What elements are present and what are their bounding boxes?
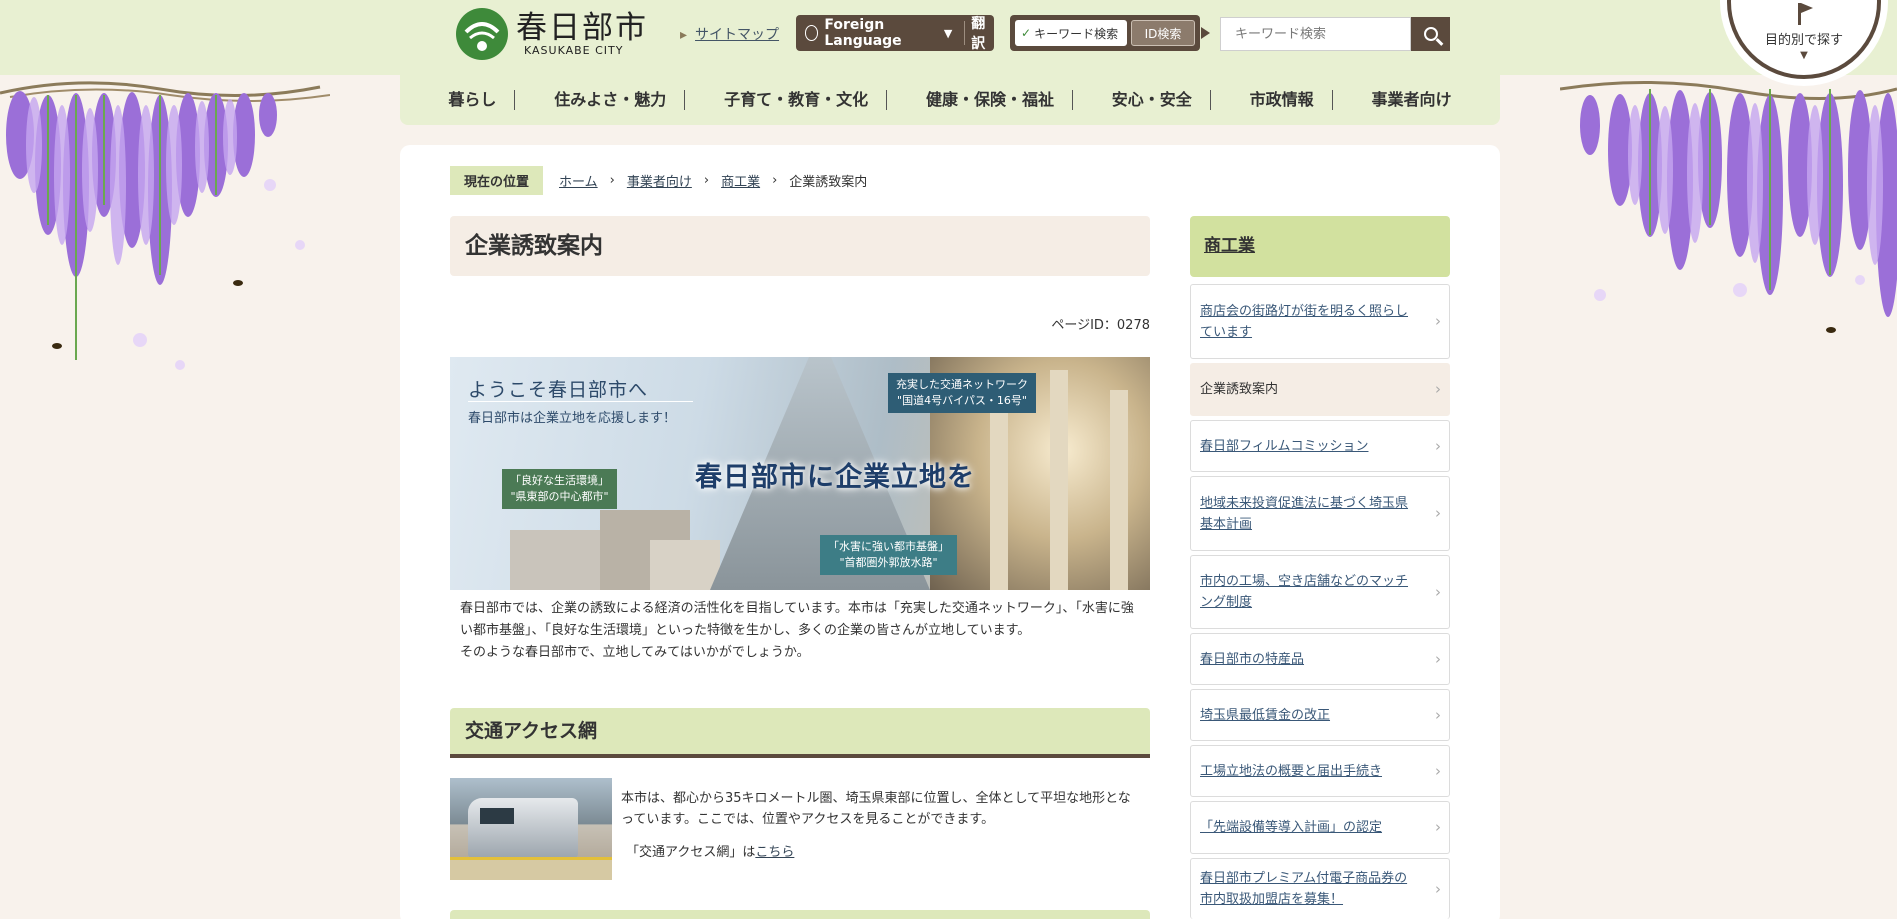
globe-icon xyxy=(805,25,819,41)
sidebar-item-label: 工場立地法の概要と届出手続き xyxy=(1200,763,1383,779)
sidebar-item-label: 埼玉県最低賃金の改正 xyxy=(1200,707,1331,723)
foreign-language-button[interactable]: Foreign Language ▼ 翻訳 xyxy=(796,13,994,53)
divider xyxy=(964,21,966,45)
logo-name: 春日部市 xyxy=(516,9,648,46)
train-photo xyxy=(450,778,612,880)
search-icon xyxy=(1423,27,1438,41)
global-nav: 暮らし 住みよさ・魅力 子育て・教育・文化 健康・保険・福祉 安心・安全 市政情… xyxy=(400,75,1500,125)
sidebar-item-label: 市内の工場、空き店舗などのマッチング制度 xyxy=(1200,574,1409,610)
sidebar-item[interactable]: 工場立地法の概要と届出手続き xyxy=(1190,745,1450,797)
sidebar-item[interactable]: 地域未来投資促進法に基づく埼玉県基本計画 xyxy=(1190,476,1450,551)
caret-down-icon: ▼ xyxy=(943,26,953,40)
banner-tag-disaster: 「水害に強い都市基盤」 "首都圏外郭放水路" xyxy=(820,535,957,575)
search-button[interactable] xyxy=(1411,17,1450,51)
breadcrumb-home[interactable]: ホーム xyxy=(559,171,598,190)
section-heading-access: 交通アクセス網 xyxy=(450,708,1150,758)
search-mode-toggle: キーワード検索 ID検索 xyxy=(1010,15,1210,51)
banner-pillar xyxy=(1110,390,1128,590)
nav-item-business[interactable]: 事業者向け xyxy=(1353,90,1469,110)
next-section-heading xyxy=(450,910,1150,919)
chevron-right-icon: › xyxy=(609,173,615,188)
site-logo[interactable]: 春日部市 KASUKABE CITY xyxy=(456,8,648,60)
train-shape xyxy=(468,798,578,858)
train-window xyxy=(480,808,514,824)
sidebar-item-label: 商店会の街路灯が街を明るく照らしています xyxy=(1200,303,1409,340)
sidebar-item[interactable]: 「先端設備等導入計画」の認定 xyxy=(1190,801,1450,854)
id-search-mode[interactable]: ID検索 xyxy=(1131,20,1195,46)
banner-welcome: ようこそ春日部市へ xyxy=(468,379,649,401)
breadcrumb-commerce[interactable]: 商工業 xyxy=(721,171,760,190)
flag-icon xyxy=(1796,3,1813,25)
banner-tag-living: 「良好な生活環境」 "県東部の中心都市" xyxy=(502,469,617,509)
sidebar-heading-link[interactable]: 商工業 xyxy=(1204,236,1255,256)
wisteria-decoration-right xyxy=(1560,75,1897,415)
banner-pillar xyxy=(1050,370,1068,590)
chevron-right-icon: › xyxy=(772,173,778,188)
wisteria-left-art xyxy=(0,81,330,370)
nav-item-living[interactable]: 暮らし xyxy=(430,90,516,110)
sidebar-item[interactable]: 市内の工場、空き店舗などのマッチング制度 xyxy=(1190,555,1450,629)
wisteria-decoration-left xyxy=(0,75,330,415)
sidebar-item[interactable]: 春日部市の特産品 xyxy=(1190,633,1450,685)
sitemap-link[interactable]: サイトマップ xyxy=(680,24,779,44)
nav-item-attractions[interactable]: 住みよさ・魅力 xyxy=(536,90,686,110)
banner-tag-transport: 充実した交通ネットワーク "国道4号バイパス・16号" xyxy=(888,373,1036,413)
logo-text: 春日部市 KASUKABE CITY xyxy=(516,12,648,57)
breadcrumb-label: 現在の位置 xyxy=(450,166,544,195)
access-link-line: 「交通アクセス網」はこちら xyxy=(626,841,794,860)
translate-button[interactable]: 翻訳 xyxy=(971,13,994,53)
intro-paragraph: 春日部市では、企業の誘致による経済の活性化を目指しています。本市は「充実した交通… xyxy=(460,601,1134,638)
chevron-right-icon: › xyxy=(703,173,710,188)
bee-decoration xyxy=(52,343,62,349)
banner-underline xyxy=(468,401,693,402)
page-id: ページID：0278 xyxy=(1051,318,1150,333)
bee-decoration xyxy=(1826,327,1836,333)
sidebar-item[interactable]: 商店会の街路灯が街を明るく照らしています xyxy=(1190,284,1450,359)
city-emblem-art xyxy=(458,10,506,58)
keyword-search-mode[interactable]: キーワード検索 xyxy=(1015,20,1127,46)
nav-item-city-info[interactable]: 市政情報 xyxy=(1232,90,1333,110)
sidebar-item-label: 春日部フィルムコミッション xyxy=(1200,438,1369,454)
nav-item-childcare[interactable]: 子育て・教育・文化 xyxy=(706,90,888,110)
sidebar-item[interactable]: 春日部市プレミアム付電子商品券の市内取扱加盟店を募集！ xyxy=(1190,858,1450,919)
intro-text: 春日部市では、企業の誘致による経済の活性化を目指しています。本市は「充実した交通… xyxy=(460,598,1140,664)
sidebar-item-label: 「先端設備等導入計画」の認定 xyxy=(1200,820,1383,835)
breadcrumb: 現在の位置 ホーム › 事業者向け › 商工業 › 企業誘致案内 xyxy=(450,166,867,195)
search-input[interactable] xyxy=(1220,17,1411,51)
foreign-language-label: Foreign Language xyxy=(824,17,902,49)
purpose-search-label: 目的別で探す xyxy=(1764,33,1843,48)
page-title: 企業誘致案内 xyxy=(450,216,1150,276)
breadcrumb-current: 企業誘致案内 xyxy=(789,175,868,190)
access-link[interactable]: こちら xyxy=(755,845,794,860)
bee-decoration xyxy=(233,280,243,286)
invitation-banner-image: ようこそ春日部市へ 春日部市は企業立地を応援します！ 春日部市に企業立地を 充実… xyxy=(450,357,1150,590)
platform xyxy=(450,860,612,880)
nav-item-health[interactable]: 健康・保険・福祉 xyxy=(908,90,1073,110)
sidebar-item-label: 春日部市プレミアム付電子商品券の市内取扱加盟店を募集！ xyxy=(1200,871,1408,907)
banner-pillar xyxy=(990,400,1008,590)
sidebar-item[interactable]: 春日部フィルムコミッション xyxy=(1190,420,1450,472)
access-description: 本市は、都心から35キロメートル圏、埼玉県東部に位置し、全体として平坦な地形とな… xyxy=(621,791,1131,827)
wisteria-right-art xyxy=(1560,81,1897,317)
sidebar-heading[interactable]: 商工業 xyxy=(1190,216,1450,277)
banner-support: 春日部市は企業立地を応援します！ xyxy=(468,411,677,426)
sidebar-item-label: 春日部市の特産品 xyxy=(1200,651,1305,667)
nav-item-safety[interactable]: 安心・安全 xyxy=(1094,90,1211,110)
sidebar-item-label: 企業誘致案内 xyxy=(1200,382,1279,397)
breadcrumb-business[interactable]: 事業者向け xyxy=(627,171,692,190)
sidebar-item-label: 地域未来投資促進法に基づく埼玉県基本計画 xyxy=(1200,495,1409,532)
intro-paragraph: そのような春日部市で、立地してみてはいかがでしょうか。 xyxy=(460,645,810,660)
city-emblem-icon xyxy=(456,8,508,60)
access-link-prefix: 「交通アクセス網」は xyxy=(626,845,756,860)
chevron-down-icon: ▼ xyxy=(1800,50,1808,61)
sidebar-item-current[interactable]: 企業誘致案内 xyxy=(1190,363,1450,416)
sidebar-item[interactable]: 埼玉県最低賃金の改正 xyxy=(1190,689,1450,741)
banner-main-copy: 春日部市に企業立地を xyxy=(695,462,975,493)
banner-building xyxy=(650,540,720,590)
